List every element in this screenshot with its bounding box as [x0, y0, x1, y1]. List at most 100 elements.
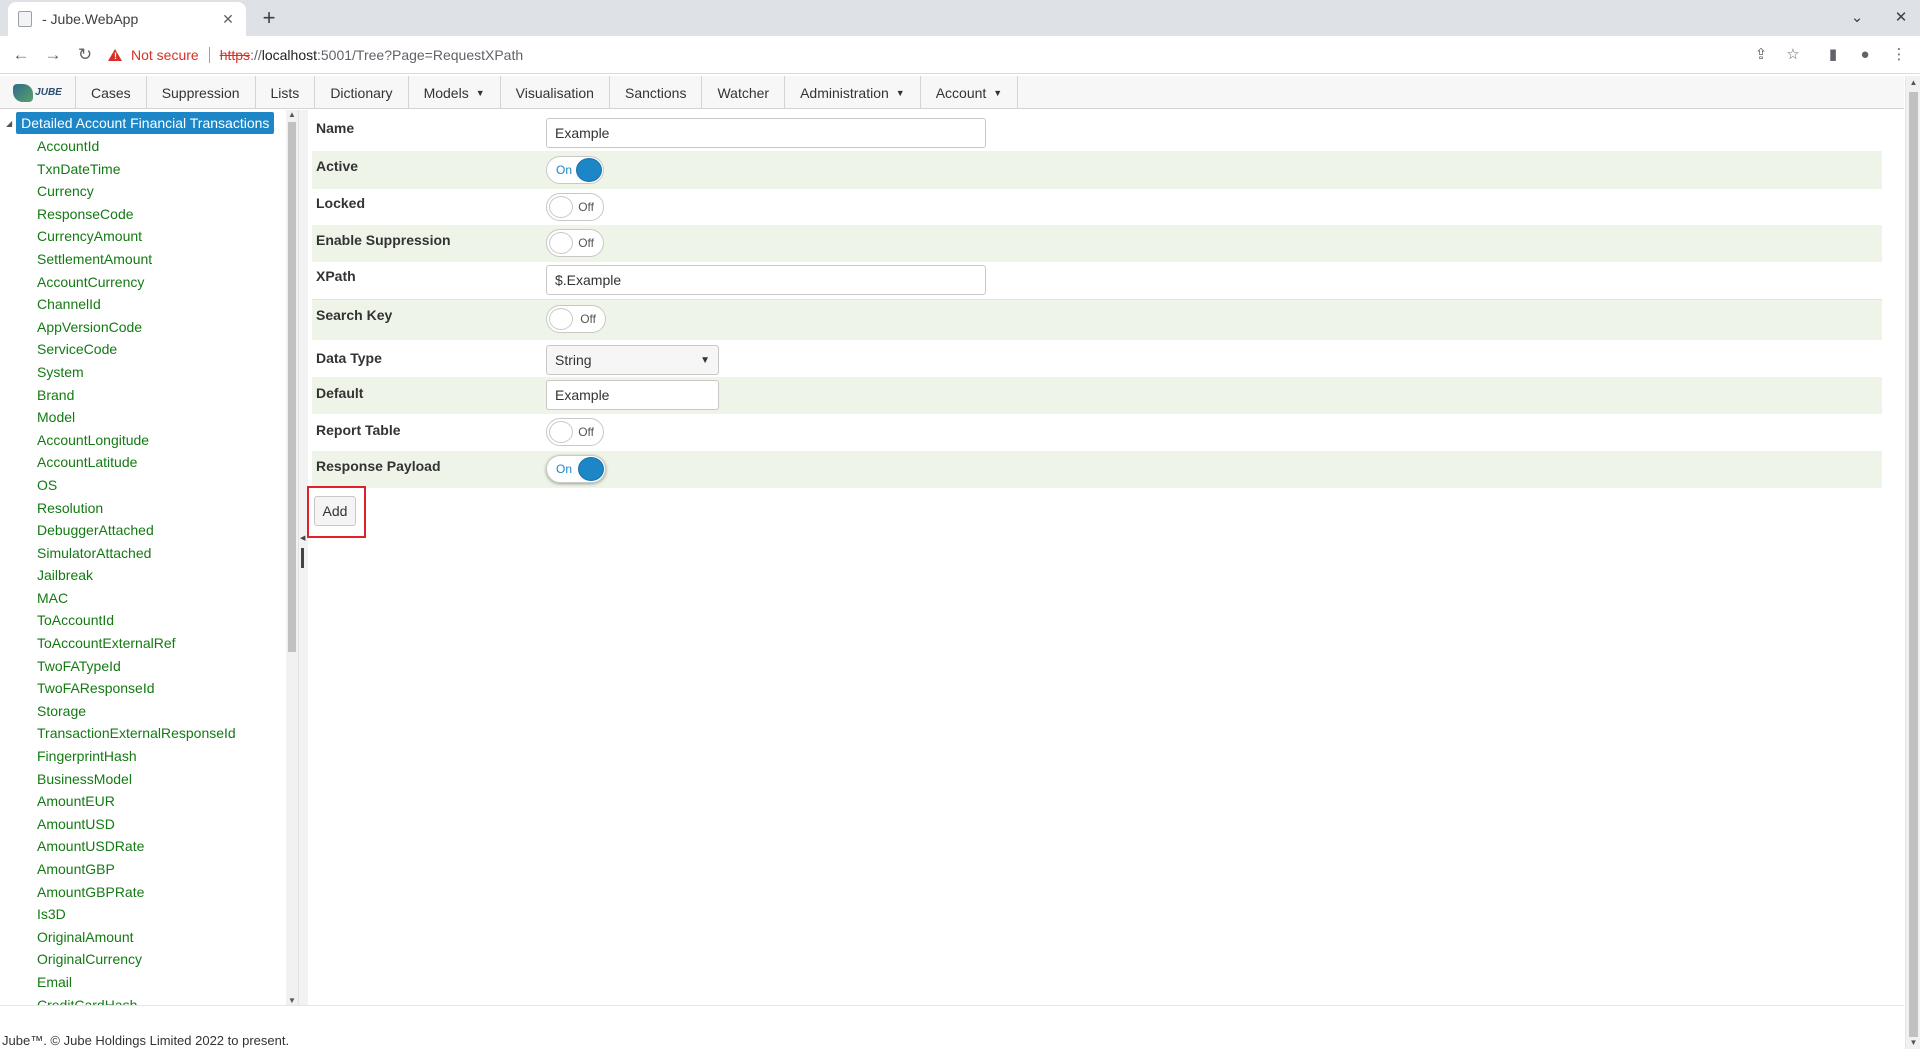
tree-item[interactable]: Is3D	[37, 903, 236, 926]
nav-visualisation-label: Visualisation	[515, 84, 594, 101]
nav-dictionary[interactable]: Dictionary	[315, 76, 409, 109]
enable-suppression-toggle[interactable]: Off	[546, 229, 604, 257]
tree-item[interactable]: AccountCurrency	[37, 271, 236, 294]
nav-watcher[interactable]: Watcher	[702, 76, 786, 109]
tree-item[interactable]: Resolution	[37, 497, 236, 520]
bookmark-star-icon[interactable]: ☆	[1781, 43, 1805, 67]
tree-item[interactable]: AmountGBPRate	[37, 881, 236, 904]
scroll-up-arrow-icon[interactable]: ▲	[286, 110, 298, 119]
reload-icon[interactable]: ↻	[73, 43, 97, 67]
page-favicon-icon	[18, 11, 32, 27]
scroll-down-arrow-icon[interactable]: ▼	[1906, 1038, 1920, 1047]
page-footer: Jube™. © Jube Holdings Limited 2022 to p…	[0, 1005, 1904, 1049]
data-type-select[interactable]: String ▼	[546, 345, 719, 375]
add-button[interactable]: Add	[314, 496, 356, 526]
new-tab-button[interactable]: +	[256, 6, 282, 32]
tree-item[interactable]: ChannelId	[37, 293, 236, 316]
tree-root-label[interactable]: Detailed Account Financial Transactions	[16, 112, 275, 134]
tree-item[interactable]: TxnDateTime	[37, 158, 236, 181]
data-type-label: Data Type	[316, 350, 382, 366]
response-payload-toggle[interactable]: On	[546, 455, 606, 483]
active-toggle[interactable]: On	[546, 156, 604, 184]
tree-item[interactable]: AccountLatitude	[37, 451, 236, 474]
locked-label: Locked	[316, 195, 366, 211]
back-arrow-icon[interactable]: ←	[9, 43, 33, 67]
tree-item[interactable]: AccountLongitude	[37, 429, 236, 452]
tree-item[interactable]: TransactionExternalResponseId	[37, 722, 236, 745]
nav-sanctions[interactable]: Sanctions	[610, 76, 703, 109]
tree-item[interactable]: FingerprintHash	[37, 745, 236, 768]
tree-item[interactable]: Brand	[37, 384, 236, 407]
tab-close-icon[interactable]: ✕	[220, 11, 236, 27]
tree-item[interactable]: TwoFAResponseId	[37, 677, 236, 700]
tree-item[interactable]: Model	[37, 406, 236, 429]
collapse-arrow-icon[interactable]: ◀	[300, 534, 305, 542]
toggle-knob	[549, 196, 573, 218]
tree-item[interactable]: SimulatorAttached	[37, 542, 236, 565]
page-scrollbar[interactable]: ▲ ▼	[1905, 76, 1920, 1049]
tree-item[interactable]: DebuggerAttached	[37, 519, 236, 542]
splitter-grip-icon[interactable]	[301, 548, 304, 568]
tree-item[interactable]: CurrencyAmount	[37, 225, 236, 248]
scroll-down-arrow-icon[interactable]: ▼	[286, 996, 298, 1005]
tree-item[interactable]: Storage	[37, 700, 236, 723]
nav-suppression[interactable]: Suppression	[147, 76, 256, 109]
share-icon[interactable]: ⇪	[1749, 43, 1773, 67]
tree-item[interactable]: Currency	[37, 180, 236, 203]
nav-administration[interactable]: Administration ▼	[785, 76, 921, 109]
name-input[interactable]	[546, 118, 986, 148]
xpath-input[interactable]	[546, 265, 986, 295]
page-scrollbar-thumb[interactable]	[1909, 92, 1918, 1037]
tree-item[interactable]: ToAccountId	[37, 609, 236, 632]
tree-expand-icon[interactable]: ◢	[6, 119, 12, 128]
tree-item[interactable]: BusinessModel	[37, 768, 236, 791]
address-bar[interactable]: ! Not secure https://localhost:5001/Tree…	[108, 41, 1738, 69]
nav-account[interactable]: Account ▼	[921, 76, 1019, 109]
tree-item[interactable]: TwoFATypeId	[37, 655, 236, 678]
tree-item[interactable]: AmountGBP	[37, 858, 236, 881]
nav-lists-label: Lists	[270, 84, 300, 101]
tree-item[interactable]: ResponseCode	[37, 203, 236, 226]
default-input[interactable]	[546, 380, 719, 410]
tree-item[interactable]: Jailbreak	[37, 564, 236, 587]
tree-item[interactable]: SettlementAmount	[37, 248, 236, 271]
tree-item[interactable]: ToAccountExternalRef	[37, 632, 236, 655]
window-close-icon[interactable]: ✕	[1889, 6, 1913, 30]
browser-tab[interactable]: - Jube.WebApp ✕	[8, 2, 246, 36]
tree-item[interactable]: AmountUSDRate	[37, 835, 236, 858]
tree-scrollbar[interactable]: ▲ ▼	[286, 110, 298, 1005]
form-row-name: Name	[312, 113, 1882, 151]
tab-search-icon[interactable]: ⌄	[1845, 6, 1869, 30]
profile-avatar-icon[interactable]: ●	[1853, 43, 1877, 67]
address-separator	[208, 47, 210, 63]
tree-item[interactable]: MAC	[37, 587, 236, 610]
tree-root-node[interactable]: ◢ Detailed Account Financial Transaction…	[6, 112, 275, 134]
toggle-knob	[579, 458, 603, 480]
form-row-active: Active On	[312, 151, 1882, 189]
locked-toggle[interactable]: Off	[546, 193, 604, 221]
tree-item[interactable]: AccountId	[37, 135, 236, 158]
tree-item[interactable]: OriginalAmount	[37, 926, 236, 949]
tree-item[interactable]: ServiceCode	[37, 338, 236, 361]
nav-visualisation[interactable]: Visualisation	[501, 76, 610, 109]
tree-item[interactable]: System	[37, 361, 236, 384]
tree-item[interactable]: AmountEUR	[37, 790, 236, 813]
tree-item[interactable]: AppVersionCode	[37, 316, 236, 339]
tree-item[interactable]: OS	[37, 474, 236, 497]
tree-item[interactable]: AmountUSD	[37, 813, 236, 836]
search-key-toggle[interactable]: Off	[546, 305, 606, 333]
tree-item[interactable]: OriginalCurrency	[37, 948, 236, 971]
report-table-toggle[interactable]: Off	[546, 418, 604, 446]
scroll-up-arrow-icon[interactable]: ▲	[1906, 78, 1920, 87]
jube-logo[interactable]: JUBE	[0, 76, 76, 109]
panel-splitter[interactable]: ◀	[298, 110, 308, 1005]
nav-cases[interactable]: Cases	[76, 76, 147, 109]
browser-menu-icon[interactable]: ⋮	[1887, 43, 1911, 67]
side-panel-icon[interactable]: ▮	[1821, 43, 1845, 67]
tree-item[interactable]: CreditCardHash	[37, 994, 236, 1005]
nav-models[interactable]: Models ▼	[409, 76, 501, 109]
tree-scrollbar-thumb[interactable]	[288, 122, 296, 652]
tree-item[interactable]: Email	[37, 971, 236, 994]
nav-lists[interactable]: Lists	[256, 76, 316, 109]
forward-arrow-icon[interactable]: →	[41, 43, 65, 67]
